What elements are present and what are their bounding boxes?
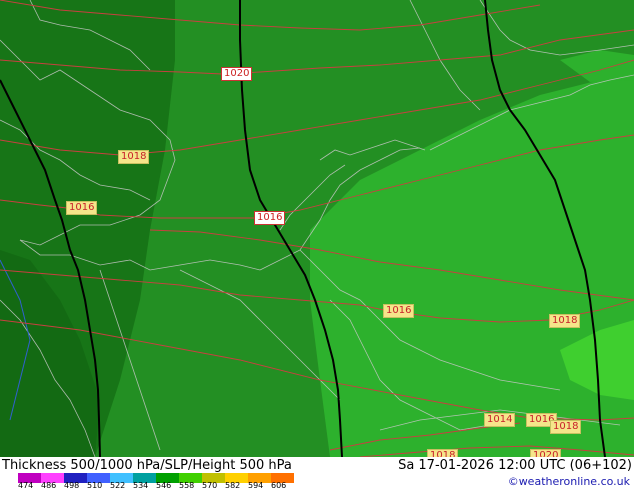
scale-label: 558 [179, 481, 195, 490]
map-canvas [0, 0, 634, 457]
scale-label: 510 [87, 481, 103, 490]
weather-map: 1020 1018 1016 1016 1016 1018 1014 1016 … [0, 0, 634, 457]
scale-label: 582 [225, 481, 241, 490]
isobar-label-1018: 1018 [550, 420, 582, 434]
forecast-datetime: Sa 17-01-2026 12:00 UTC (06+102) [398, 458, 632, 473]
isobar-label-1016: 1016 [66, 201, 98, 215]
isobar-label-1020: 1020 [530, 449, 562, 457]
credit-link[interactable]: ©weatheronline.co.uk [508, 475, 630, 488]
map-footer: Thickness 500/1000 hPa/SLP/Height 500 hP… [0, 457, 634, 490]
scale-label: 498 [64, 481, 80, 490]
isobar-label-1016: 1016 [383, 304, 415, 318]
scale-label: 486 [41, 481, 57, 490]
scale-label: 534 [133, 481, 149, 490]
map-title: Thickness 500/1000 hPa/SLP/Height 500 hP… [2, 458, 292, 473]
scale-label: 594 [248, 481, 264, 490]
isobar-label-1018: 1018 [427, 449, 459, 457]
scale-label: 522 [110, 481, 126, 490]
scale-label: 546 [156, 481, 172, 490]
scale-label: 606 [271, 481, 287, 490]
scale-label: 474 [18, 481, 34, 490]
scale-label: 570 [202, 481, 218, 490]
isobar-label-1014: 1014 [484, 413, 516, 427]
isobar-label-1018: 1018 [549, 314, 581, 328]
isobar-label-1016: 1016 [254, 211, 286, 225]
isobar-label-1018: 1018 [118, 150, 150, 164]
isobar-label-1020: 1020 [221, 67, 253, 81]
